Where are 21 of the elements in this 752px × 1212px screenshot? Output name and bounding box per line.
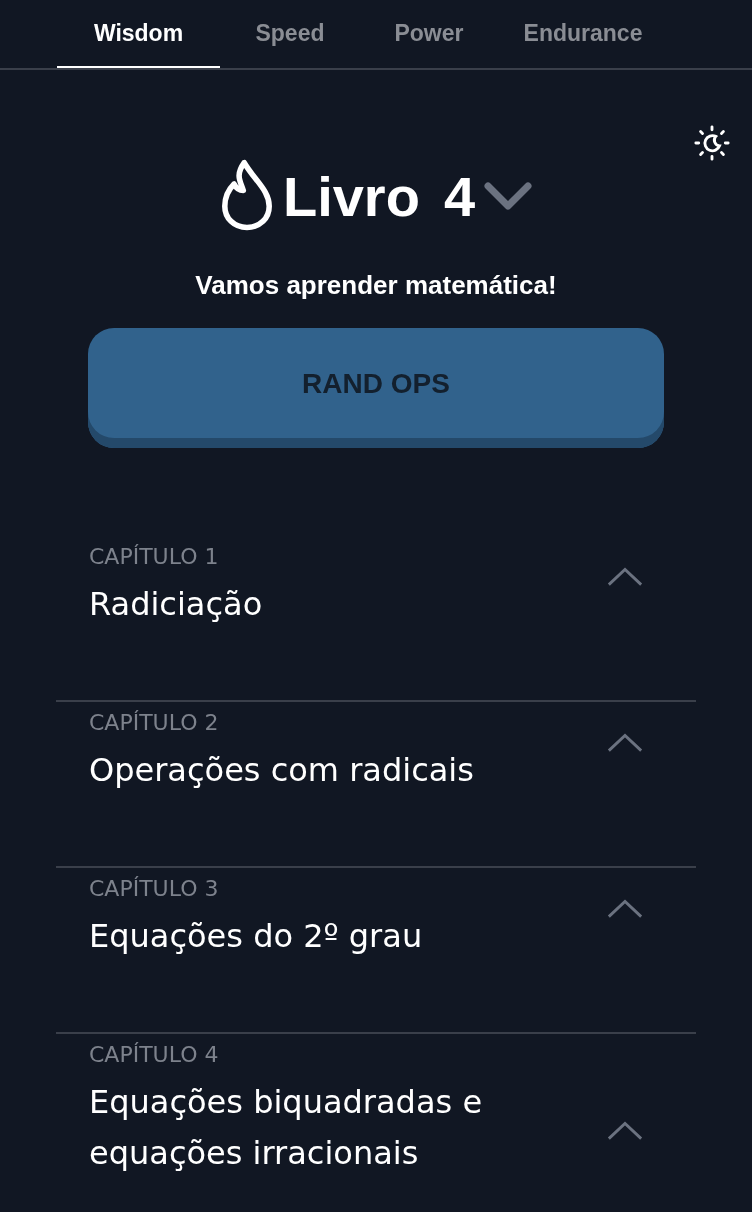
chapter-label: CAPÍTULO 3 bbox=[89, 876, 220, 901]
chapter-label: CAPÍTULO 1 bbox=[89, 544, 220, 569]
tab[interactable]: Endurance bbox=[498, 0, 668, 68]
chapter-title[interactable]: Operações com radicais bbox=[89, 745, 529, 797]
theme-toggle-icon[interactable] bbox=[693, 124, 731, 162]
chapter-title[interactable]: Equações do 2º grau bbox=[89, 911, 529, 963]
chevron-up-icon[interactable] bbox=[606, 898, 644, 920]
chevron-down-icon[interactable] bbox=[483, 181, 534, 211]
chevron-up-icon[interactable] bbox=[606, 732, 644, 754]
chapter-title[interactable]: Radiciação bbox=[89, 579, 529, 631]
chapter-title[interactable]: Equações biquadradas e equações irracionais bbox=[89, 1077, 529, 1180]
chevron-up-icon[interactable] bbox=[606, 1120, 644, 1142]
subtitle: Vamos aprender matemática! bbox=[194, 270, 558, 302]
tab[interactable]: Speed bbox=[220, 0, 360, 68]
chevron-up-icon[interactable] bbox=[606, 566, 644, 588]
chapter-label: CAPÍTULO 2 bbox=[89, 710, 220, 735]
chapter-label: CAPÍTULO 4 bbox=[89, 1042, 220, 1067]
tab[interactable]: Wisdom bbox=[57, 0, 220, 68]
tab[interactable]: Power bbox=[360, 0, 498, 68]
book-title: Livro bbox=[282, 163, 420, 229]
book-number: 4 bbox=[443, 163, 476, 229]
